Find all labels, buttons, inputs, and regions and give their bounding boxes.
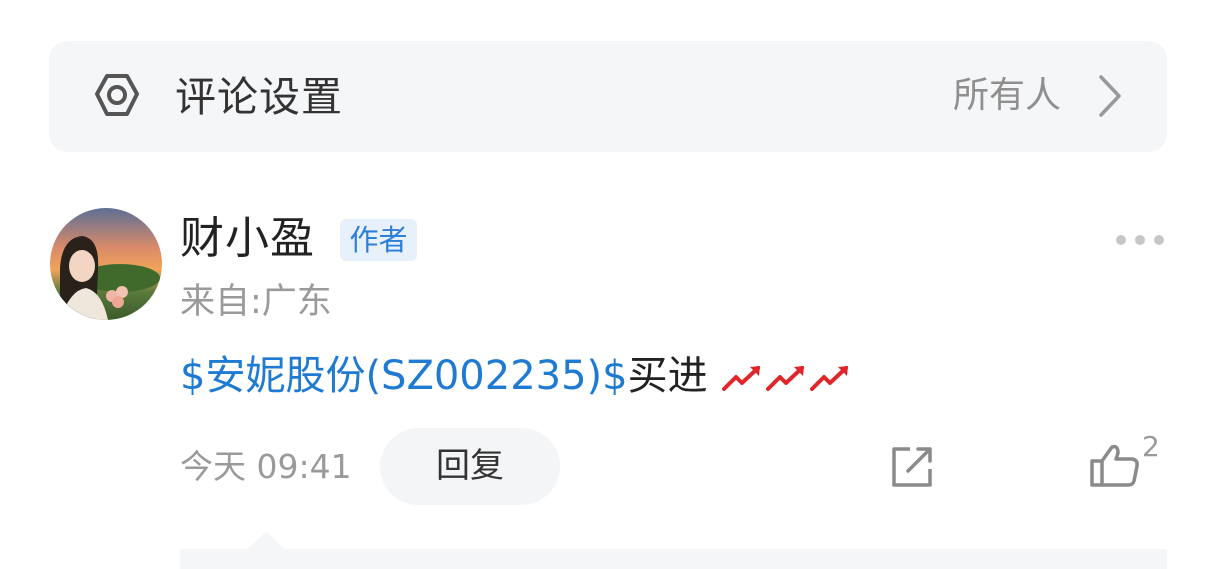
location-text: 来自:广东 — [180, 282, 332, 322]
author-name[interactable]: 财小盈 — [180, 212, 315, 266]
trend-up-icon — [766, 366, 805, 391]
comment-text: 买进 — [627, 353, 708, 399]
trend-up-icon — [722, 366, 761, 391]
thumbs-up-icon[interactable] — [1088, 441, 1142, 489]
reply-button[interactable]: 回复 — [380, 428, 560, 505]
timestamp: 今天 09:41 — [180, 447, 352, 486]
avatar[interactable] — [50, 208, 162, 320]
comment-settings-row[interactable]: 评论设置 所有人 — [49, 41, 1167, 152]
replies-container — [180, 549, 1167, 569]
comment-content: $安妮股份(SZ002235)$买进 — [180, 350, 852, 402]
author-badge: 作者 — [340, 219, 417, 261]
gear-icon — [95, 74, 139, 116]
share-icon[interactable] — [888, 443, 936, 491]
like-count: 2 — [1142, 430, 1160, 463]
more-options-icon[interactable] — [1114, 233, 1166, 247]
settings-title: 评论设置 — [175, 73, 343, 121]
settings-value: 所有人 — [952, 75, 1061, 116]
reply-box-pointer — [246, 532, 286, 550]
stock-link[interactable]: $安妮股份(SZ002235)$ — [180, 353, 628, 399]
chevron-right-icon — [1099, 75, 1121, 117]
trend-up-icon — [810, 366, 849, 391]
